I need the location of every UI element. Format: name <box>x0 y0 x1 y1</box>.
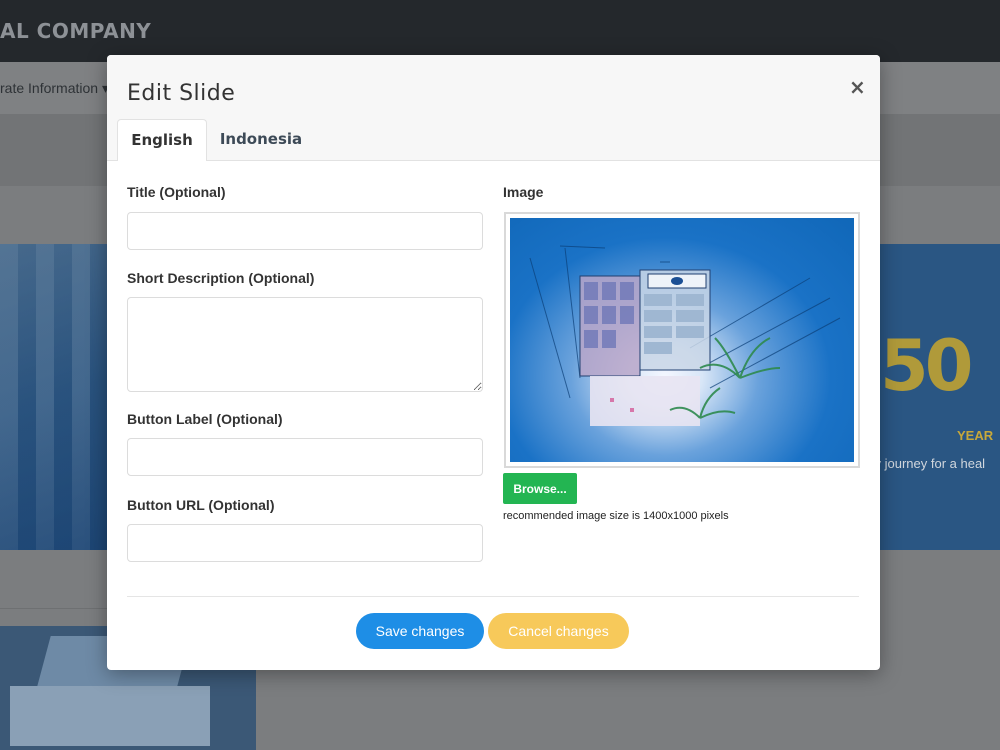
button-label-label: Button Label (Optional) <box>127 411 283 427</box>
modal-title: Edit Slide <box>127 81 236 106</box>
slide-image <box>510 218 854 462</box>
button-url-label: Button URL (Optional) <box>127 497 275 513</box>
title-input[interactable] <box>127 212 483 250</box>
tab-indonesia[interactable]: Indonesia <box>211 119 311 160</box>
short-description-label: Short Description (Optional) <box>127 270 315 286</box>
building-illustration <box>529 245 841 426</box>
banner-building-image <box>0 244 110 550</box>
modal-footer-divider <box>127 596 859 597</box>
cancel-changes-button[interactable]: Cancel changes <box>488 613 629 649</box>
brand-logo-text: AL COMPANY <box>0 19 152 43</box>
image-label: Image <box>503 184 544 200</box>
nav-item-corporate-information: rate Information ▾ <box>0 80 109 96</box>
tab-english[interactable]: English <box>117 119 207 161</box>
button-label-input[interactable] <box>127 438 483 476</box>
close-icon[interactable]: × <box>849 75 866 99</box>
browse-button[interactable]: Browse... <box>503 473 577 504</box>
image-size-note: recommended image size is 1400x1000 pixe… <box>503 510 729 522</box>
title-label: Title (Optional) <box>127 184 226 200</box>
banner-caption: ity journey for a heal <box>868 456 986 471</box>
anniversary-years-text: YEAR <box>957 428 994 443</box>
image-preview <box>504 212 860 468</box>
short-description-textarea[interactable] <box>127 297 483 392</box>
button-url-input[interactable] <box>127 524 483 562</box>
save-changes-button[interactable]: Save changes <box>356 613 484 649</box>
edit-slide-modal: Edit Slide × English Indonesia Title (Op… <box>107 55 880 670</box>
top-navbar: AL COMPANY <box>0 0 1000 62</box>
anniversary-number: 50 <box>880 325 973 407</box>
modal-header: Edit Slide × English Indonesia <box>107 55 880 161</box>
